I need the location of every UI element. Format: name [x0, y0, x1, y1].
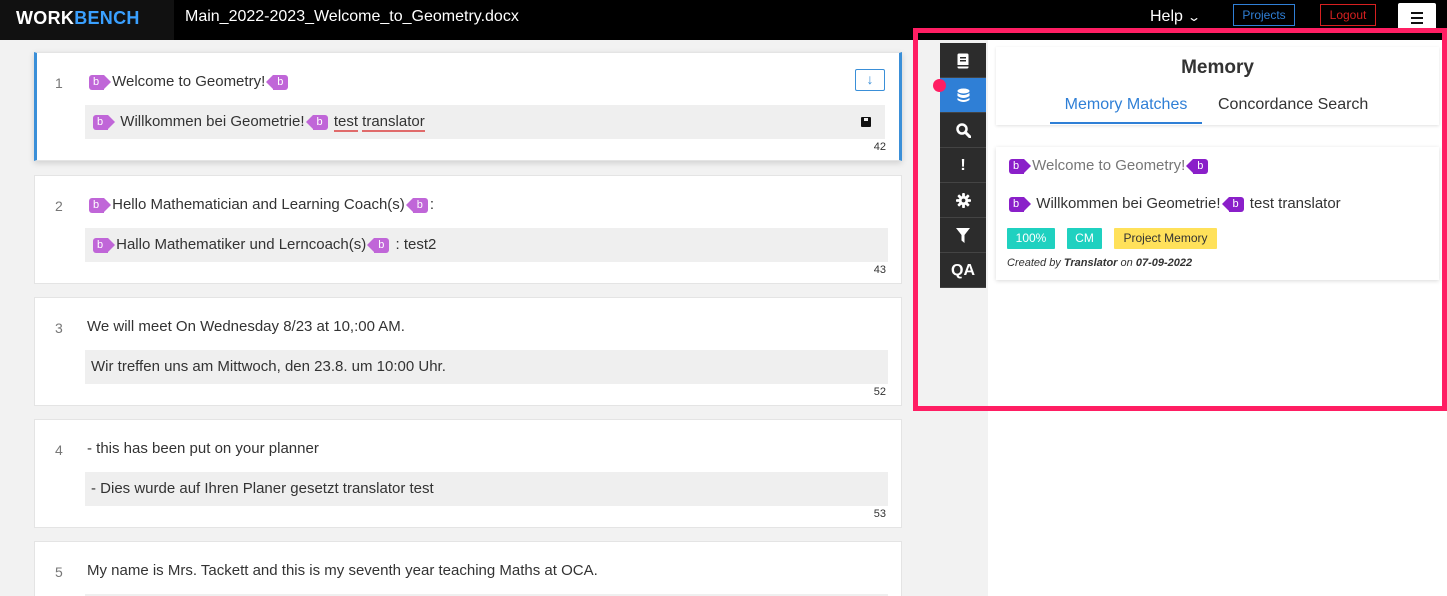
logout-button[interactable]: Logout — [1320, 4, 1376, 26]
tag-close[interactable]: b — [405, 198, 428, 213]
segment-number: 3 — [55, 320, 63, 336]
tag-close[interactable]: b — [367, 238, 390, 253]
segment-number: 1 — [55, 75, 63, 91]
tag-open[interactable]: b — [93, 115, 116, 130]
segment-source: b Hello Mathematician and Learning Coach(… — [87, 196, 434, 213]
segment-source: b Welcome to Geometry! b — [87, 73, 290, 90]
tag-open[interactable]: b — [93, 238, 116, 253]
hamburger-icon — [1411, 12, 1423, 14]
projects-button[interactable]: Projects — [1233, 4, 1295, 26]
char-count: 52 — [870, 386, 889, 398]
segment-5[interactable]: 5 My name is Mrs. Tackett and this is my… — [34, 541, 902, 596]
segment-source: We will meet On Wednesday 8/23 at 10,:00… — [87, 318, 405, 335]
char-count: 42 — [870, 141, 889, 153]
char-count: 53 — [870, 508, 889, 520]
save-button[interactable] — [847, 105, 885, 139]
segment-number: 4 — [55, 442, 63, 458]
tag-open[interactable]: b — [89, 198, 112, 213]
segment-target-editor[interactable]: - Dies wurde auf Ihren Planer gesetzt tr… — [85, 472, 888, 506]
segment-target-editor[interactable]: b Willkommen bei Geometrie! b test transl… — [85, 105, 847, 139]
segment-2[interactable]: 2 b Hello Mathematician and Learning Coac… — [34, 175, 902, 284]
copy-source-button[interactable]: ↓ — [855, 69, 885, 91]
char-count: 43 — [870, 264, 889, 276]
brand-logo[interactable]: WORKBENCH — [0, 0, 174, 40]
tag-close[interactable]: b — [305, 115, 328, 130]
tag-close[interactable]: b — [266, 75, 289, 90]
segment-source: - this has been put on your planner — [87, 440, 319, 457]
segment-source: My name is Mrs. Tackett and this is my s… — [87, 562, 598, 579]
segment-1[interactable]: 1 b Welcome to Geometry! b ↓ b Willkommen … — [34, 52, 902, 161]
tag-open[interactable]: b — [89, 75, 112, 90]
download-arrow-icon: ↓ — [866, 71, 874, 87]
segment-3[interactable]: 3 We will meet On Wednesday 8/23 at 10,:… — [34, 297, 902, 406]
document-title: Main_2022-2023_Welcome_to_Geometry.docx — [185, 8, 519, 25]
segment-target-editor[interactable]: Wir treffen uns am Mittwoch, den 23.8. u… — [85, 350, 888, 384]
highlight-frame — [913, 28, 1447, 411]
segment-number: 2 — [55, 198, 63, 214]
segment-target-editor[interactable]: b Hallo Mathematiker und Lerncoach(s) b : … — [85, 228, 888, 262]
help-menu[interactable]: Help ⌄ — [1150, 8, 1201, 26]
segment-number: 5 — [55, 564, 63, 580]
segment-4[interactable]: 4 - this has been put on your planner - … — [34, 419, 902, 528]
chevron-down-icon: ⌄ — [1186, 10, 1201, 24]
